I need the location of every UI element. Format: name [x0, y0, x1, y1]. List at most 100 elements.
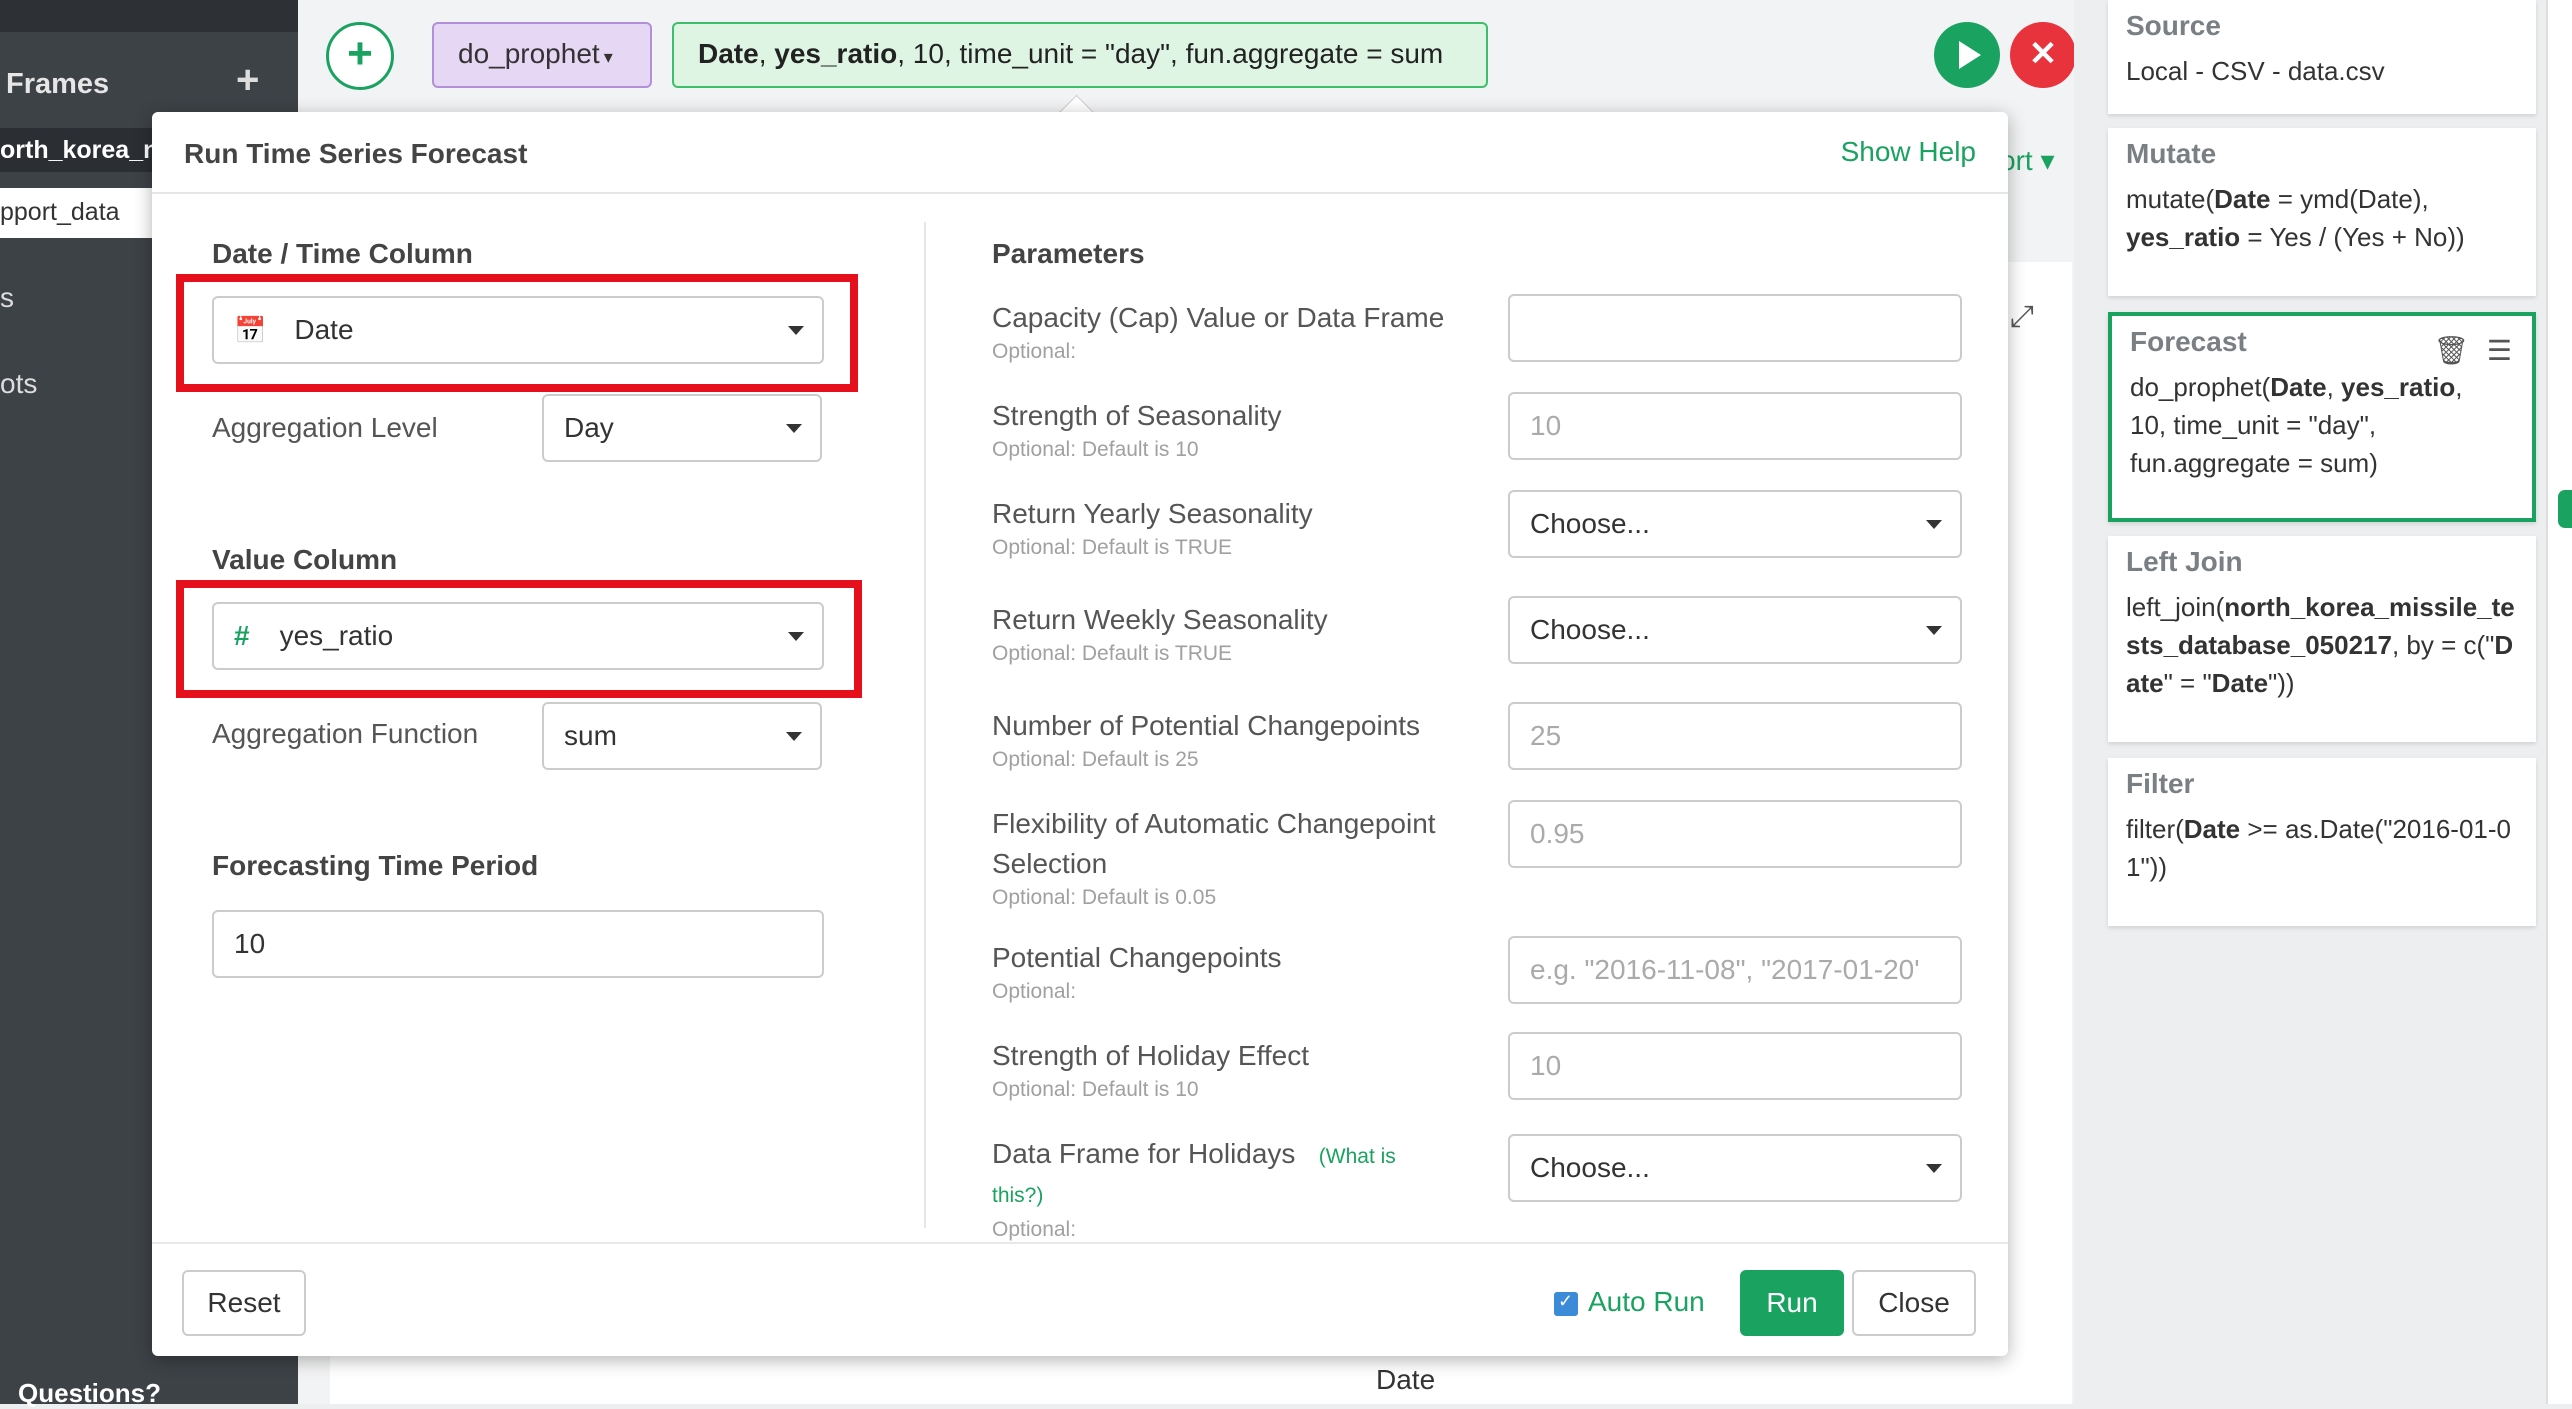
param-label-holiday-strength: Strength of Holiday Effect [992, 1040, 1309, 1071]
parameters-label: Parameters [992, 238, 1145, 269]
value-column-value: yes_ratio [279, 620, 394, 651]
sidebar-item-s[interactable]: s [0, 282, 14, 314]
step-body: mutate(Date = ymd(Date), yes_ratio = Yes… [2126, 184, 2465, 252]
step-actions: 🗑 ☰ [2415, 334, 2512, 367]
add-step-button[interactable]: + [326, 22, 394, 90]
cap-value-input[interactable] [1508, 294, 1962, 362]
param-label-changepoints-count: Number of Potential Changepoints [992, 710, 1421, 741]
auto-run-checkbox[interactable]: Auto Run [1554, 1286, 1705, 1318]
run-button[interactable]: Run [1740, 1270, 1844, 1336]
forecasting-period-value: 10 [234, 928, 266, 959]
sidebar-topbar [0, 0, 298, 32]
step-title: Source [2126, 10, 2221, 41]
step-body: filter(Date >= as.Date("2016-01-01")) [2126, 814, 2511, 882]
step-body: Local - CSV - data.csv [2126, 56, 2385, 86]
step-body: left_join(north_korea_missile_tests_data… [2126, 592, 2515, 698]
holiday-strength-input[interactable]: 10 [1508, 1032, 1962, 1100]
edge-toggle[interactable] [2558, 490, 2572, 528]
date-column-label: Date / Time Column [212, 238, 473, 269]
dialog-header: Run Time Series Forecast Show Help [152, 112, 2008, 194]
step-title: Filter [2126, 768, 2195, 799]
potential-changepoints-input[interactable]: e.g. "2016-11-08", "2017-01-20' [1508, 936, 1962, 1004]
aggregation-function-value: sum [564, 720, 617, 751]
expand-icon[interactable]: ⤢ [2010, 300, 2034, 334]
forecasting-period-label: Forecasting Time Period [212, 850, 539, 881]
param-sub-holidays: Optional: [992, 1218, 1077, 1241]
trash-icon[interactable]: 🗑 [2433, 335, 2469, 366]
param-sub-potential-changepoints: Optional: [992, 980, 1077, 1003]
step-title: Left Join [2126, 546, 2243, 577]
aggregation-level-select[interactable]: Day [542, 394, 822, 462]
dialog-footer-divider [152, 1242, 2008, 1244]
param-label-flexibility: Flexibility of Automatic Changepoint [992, 808, 1436, 839]
param-sub-holiday-strength: Optional: Default is 10 [992, 1078, 1199, 1101]
aggregation-function-select[interactable]: sum [542, 702, 822, 770]
sidebar-frames-label: Frames [6, 68, 110, 100]
hash-icon: # [234, 620, 250, 651]
chart-x-axis-label: Date [1376, 1364, 1436, 1395]
expr-arg-value: yes_ratio [774, 38, 898, 69]
aggregation-level-label: Aggregation Level [212, 412, 438, 443]
step-card-source[interactable]: Source Local - CSV - data.csv [2108, 0, 2536, 114]
reset-button[interactable]: Reset [182, 1270, 306, 1336]
param-label-cap: Capacity (Cap) Value or Data Frame [992, 302, 1445, 333]
step-card-forecast[interactable]: Forecast 🗑 ☰ do_prophet(Date, yes_ratio, … [2108, 312, 2536, 522]
param-sub-cap: Optional: [992, 340, 1077, 363]
show-help-link[interactable]: Show Help [1841, 136, 1976, 168]
holidays-dataframe-select[interactable]: Choose... [1508, 1134, 1962, 1202]
param-sub-seasonality: Optional: Default is 10 [992, 438, 1199, 461]
step-card-mutate[interactable]: Mutate mutate(Date = ymd(Date), yes_rati… [2108, 128, 2536, 296]
expr-arg-date: Date [698, 38, 759, 69]
step-title: Mutate [2126, 138, 2217, 169]
value-column-label: Value Column [212, 544, 398, 575]
aggregation-function-label: Aggregation Function [212, 718, 479, 749]
seasonality-strength-input[interactable]: 10 [1508, 392, 1962, 460]
right-edge-panel [2546, 0, 2572, 1404]
chevron-down-icon: ▾ [603, 47, 613, 67]
param-sub-changepoints-count: Optional: Default is 25 [992, 748, 1199, 771]
param-sub-flexibility: Optional: Default is 0.05 [992, 886, 1217, 909]
cancel-command-button[interactable]: ✕ [2010, 22, 2076, 88]
export-dropdown[interactable]: ort ▾ [2000, 144, 2055, 177]
changepoint-flexibility-input[interactable]: 0.95 [1508, 800, 1962, 868]
weekly-seasonality-select[interactable]: Choose... [1508, 596, 1962, 664]
param-label-potential-changepoints: Potential Changepoints [992, 942, 1282, 973]
changepoints-count-input[interactable]: 25 [1508, 702, 1962, 770]
forecasting-period-input[interactable]: 10 [212, 910, 824, 978]
expr-rest: , 10, time_unit = "day", fun.aggregate =… [897, 38, 1444, 69]
calendar-icon: 📅 [234, 314, 267, 345]
forecast-dialog: Run Time Series Forecast Show Help Date … [152, 112, 2008, 1356]
questions-link[interactable]: Questions? [18, 1378, 161, 1409]
yearly-seasonality-select[interactable]: Choose... [1508, 490, 1962, 558]
step-body: do_prophet(Date, yes_ratio, 10, time_uni… [2130, 372, 2463, 478]
command-dropdown[interactable]: do_prophet ▾ [432, 22, 652, 88]
date-column-value: Date [294, 314, 354, 345]
command-name: do_prophet [458, 38, 600, 69]
value-column-select[interactable]: # yes_ratio [212, 602, 824, 670]
param-sub-weekly: Optional: Default is TRUE [992, 642, 1233, 665]
column-divider [924, 222, 926, 1228]
param-label-flexibility-2: Selection [992, 848, 1108, 879]
param-label-yearly: Return Yearly Seasonality [992, 498, 1313, 529]
sidebar-item-north-korea[interactable]: orth_korea_n [0, 128, 152, 172]
what-is-this-link[interactable]: (What is [1319, 1145, 1396, 1168]
param-label-weekly: Return Weekly Seasonality [992, 604, 1328, 635]
command-expression[interactable]: Date, yes_ratio, 10, time_unit = "day", … [672, 22, 1488, 88]
menu-icon[interactable]: ☰ [2487, 335, 2512, 366]
param-sub-yearly: Optional: Default is TRUE [992, 536, 1233, 559]
dialog-title: Run Time Series Forecast [184, 138, 528, 169]
aggregation-level-value: Day [564, 412, 614, 443]
date-column-select[interactable]: 📅 Date [212, 296, 824, 364]
checkbox-checked-icon [1554, 1291, 1578, 1316]
step-card-left-join[interactable]: Left Join left_join(north_korea_missile_… [2108, 536, 2536, 742]
sidebar-item-plots[interactable]: ots [0, 368, 37, 400]
auto-run-label: Auto Run [1588, 1286, 1705, 1317]
add-frame-icon[interactable]: + [236, 60, 259, 100]
run-command-button[interactable] [1934, 22, 2000, 88]
sidebar-item-support-data[interactable]: pport_data [0, 188, 152, 238]
what-is-this-link-2[interactable]: this?) [992, 1184, 1043, 1208]
expr-sep: , [758, 38, 775, 69]
param-label-holidays: Data Frame for Holidays (What is [992, 1138, 1396, 1169]
close-button[interactable]: Close [1852, 1270, 1976, 1336]
step-card-filter[interactable]: Filter filter(Date >= as.Date("2016-01-0… [2108, 758, 2536, 926]
